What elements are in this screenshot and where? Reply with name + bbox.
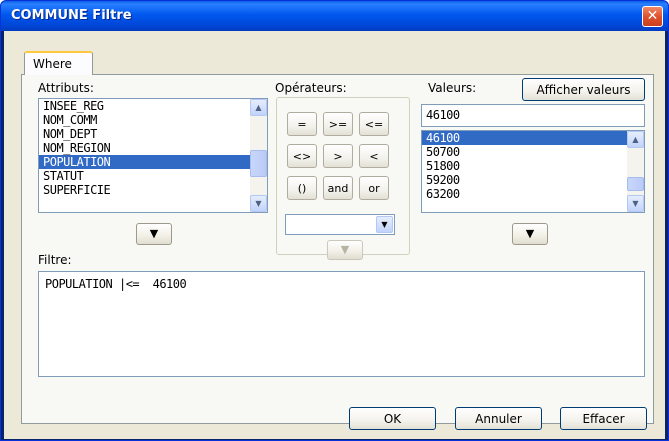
scroll-up-icon[interactable]: ▲ [250,99,267,116]
attributs-list-item[interactable]: INSEE_REG [39,99,267,113]
arrow-down-icon: ▼ [340,243,350,256]
valeurs-list: 46100 50700 51800 59200 63200 [422,131,644,201]
attributs-list-item[interactable]: NOM_DEPT [39,127,267,141]
attributs-list-item[interactable]: SUPERFICIE [39,183,267,197]
op-gte-button[interactable]: >= [323,112,353,136]
scroll-thumb[interactable] [250,150,267,177]
scroll-down-icon[interactable]: ▼ [627,195,644,212]
op-lte-button[interactable]: <= [359,112,389,136]
tab-where-label: Where [33,57,72,71]
attributs-label: Attributs: [38,81,94,95]
cancel-button[interactable]: Annuler [455,407,542,430]
operateurs-combo[interactable]: ▼ [285,214,395,235]
operateurs-label: Opérateurs: [275,81,347,95]
op-or-button[interactable]: or [359,176,389,200]
attributs-scrollbar[interactable]: ▲ ▼ [250,99,267,212]
attributs-list-item[interactable]: NOM_COMM [39,113,267,127]
op-parens-button[interactable]: () [287,176,317,200]
attributs-listbox[interactable]: INSEE_REG NOM_COMM NOM_DEPT NOM_REGION POPUL… [38,98,268,213]
close-icon: ✕ [646,8,659,24]
insert-attribut-button[interactable]: ▼ [136,223,172,245]
dialog-client-area: Where Attributs: INSEE_REG NOM_COMM NOM_DE… [4,31,665,439]
valeurs-input[interactable]: 46100 [421,104,645,127]
attributs-list: INSEE_REG NOM_COMM NOM_DEPT NOM_REGION POPUL… [39,99,267,197]
insert-operateur-button[interactable]: ▼ [327,240,363,260]
valeurs-list-item[interactable]: 63200 [422,187,644,201]
scroll-up-icon[interactable]: ▲ [627,131,644,148]
valeurs-list-item[interactable]: 46100 [422,131,644,145]
close-button[interactable]: ✕ [642,6,663,27]
ok-button[interactable]: OK [349,407,436,430]
filtre-label: Filtre: [38,253,72,267]
tab-panel-where: Attributs: INSEE_REG NOM_COMM NOM_DEPT NOM_… [21,74,654,424]
valeurs-list-item[interactable]: 50700 [422,145,644,159]
afficher-valeurs-button[interactable]: Afficher valeurs [522,78,645,101]
op-gt-button[interactable]: > [323,144,353,168]
arrow-down-icon: ▼ [149,227,159,240]
valeurs-list-item[interactable]: 59200 [422,173,644,187]
valeurs-list-item[interactable]: 51800 [422,159,644,173]
valeurs-listbox[interactable]: 46100 50700 51800 59200 63200 ▲ ▼ [421,130,645,213]
op-neq-button[interactable]: <> [287,144,317,168]
clear-button[interactable]: Effacer [560,407,647,430]
window-title: COMMUNE Filtre [11,8,132,23]
tab-where[interactable]: Where [24,51,93,75]
dialog-window: COMMUNE Filtre ✕ Where Attributs: INSEE_… [0,0,669,441]
insert-valeur-button[interactable]: ▼ [512,223,548,245]
chevron-down-icon[interactable]: ▼ [376,216,393,233]
filtre-textarea[interactable]: POPULATION |<= 46100 [38,271,645,377]
attributs-list-item[interactable]: STATUT [39,169,267,183]
attributs-list-item[interactable]: NOM_REGION [39,141,267,155]
title-bar[interactable]: COMMUNE Filtre ✕ [1,1,668,31]
valeurs-label: Valeurs: [428,81,477,95]
op-equals-button[interactable]: = [287,112,317,136]
attributs-list-item[interactable]: POPULATION [39,155,267,169]
scroll-down-icon[interactable]: ▼ [250,195,267,212]
operateurs-group: = >= <= <> > < () and or ▼ ▼ [276,97,410,260]
op-and-button[interactable]: and [323,176,353,200]
valeurs-scrollbar[interactable]: ▲ ▼ [627,131,644,212]
scroll-thumb[interactable] [627,177,644,191]
op-lt-button[interactable]: < [359,144,389,168]
arrow-down-icon: ▼ [525,227,535,240]
